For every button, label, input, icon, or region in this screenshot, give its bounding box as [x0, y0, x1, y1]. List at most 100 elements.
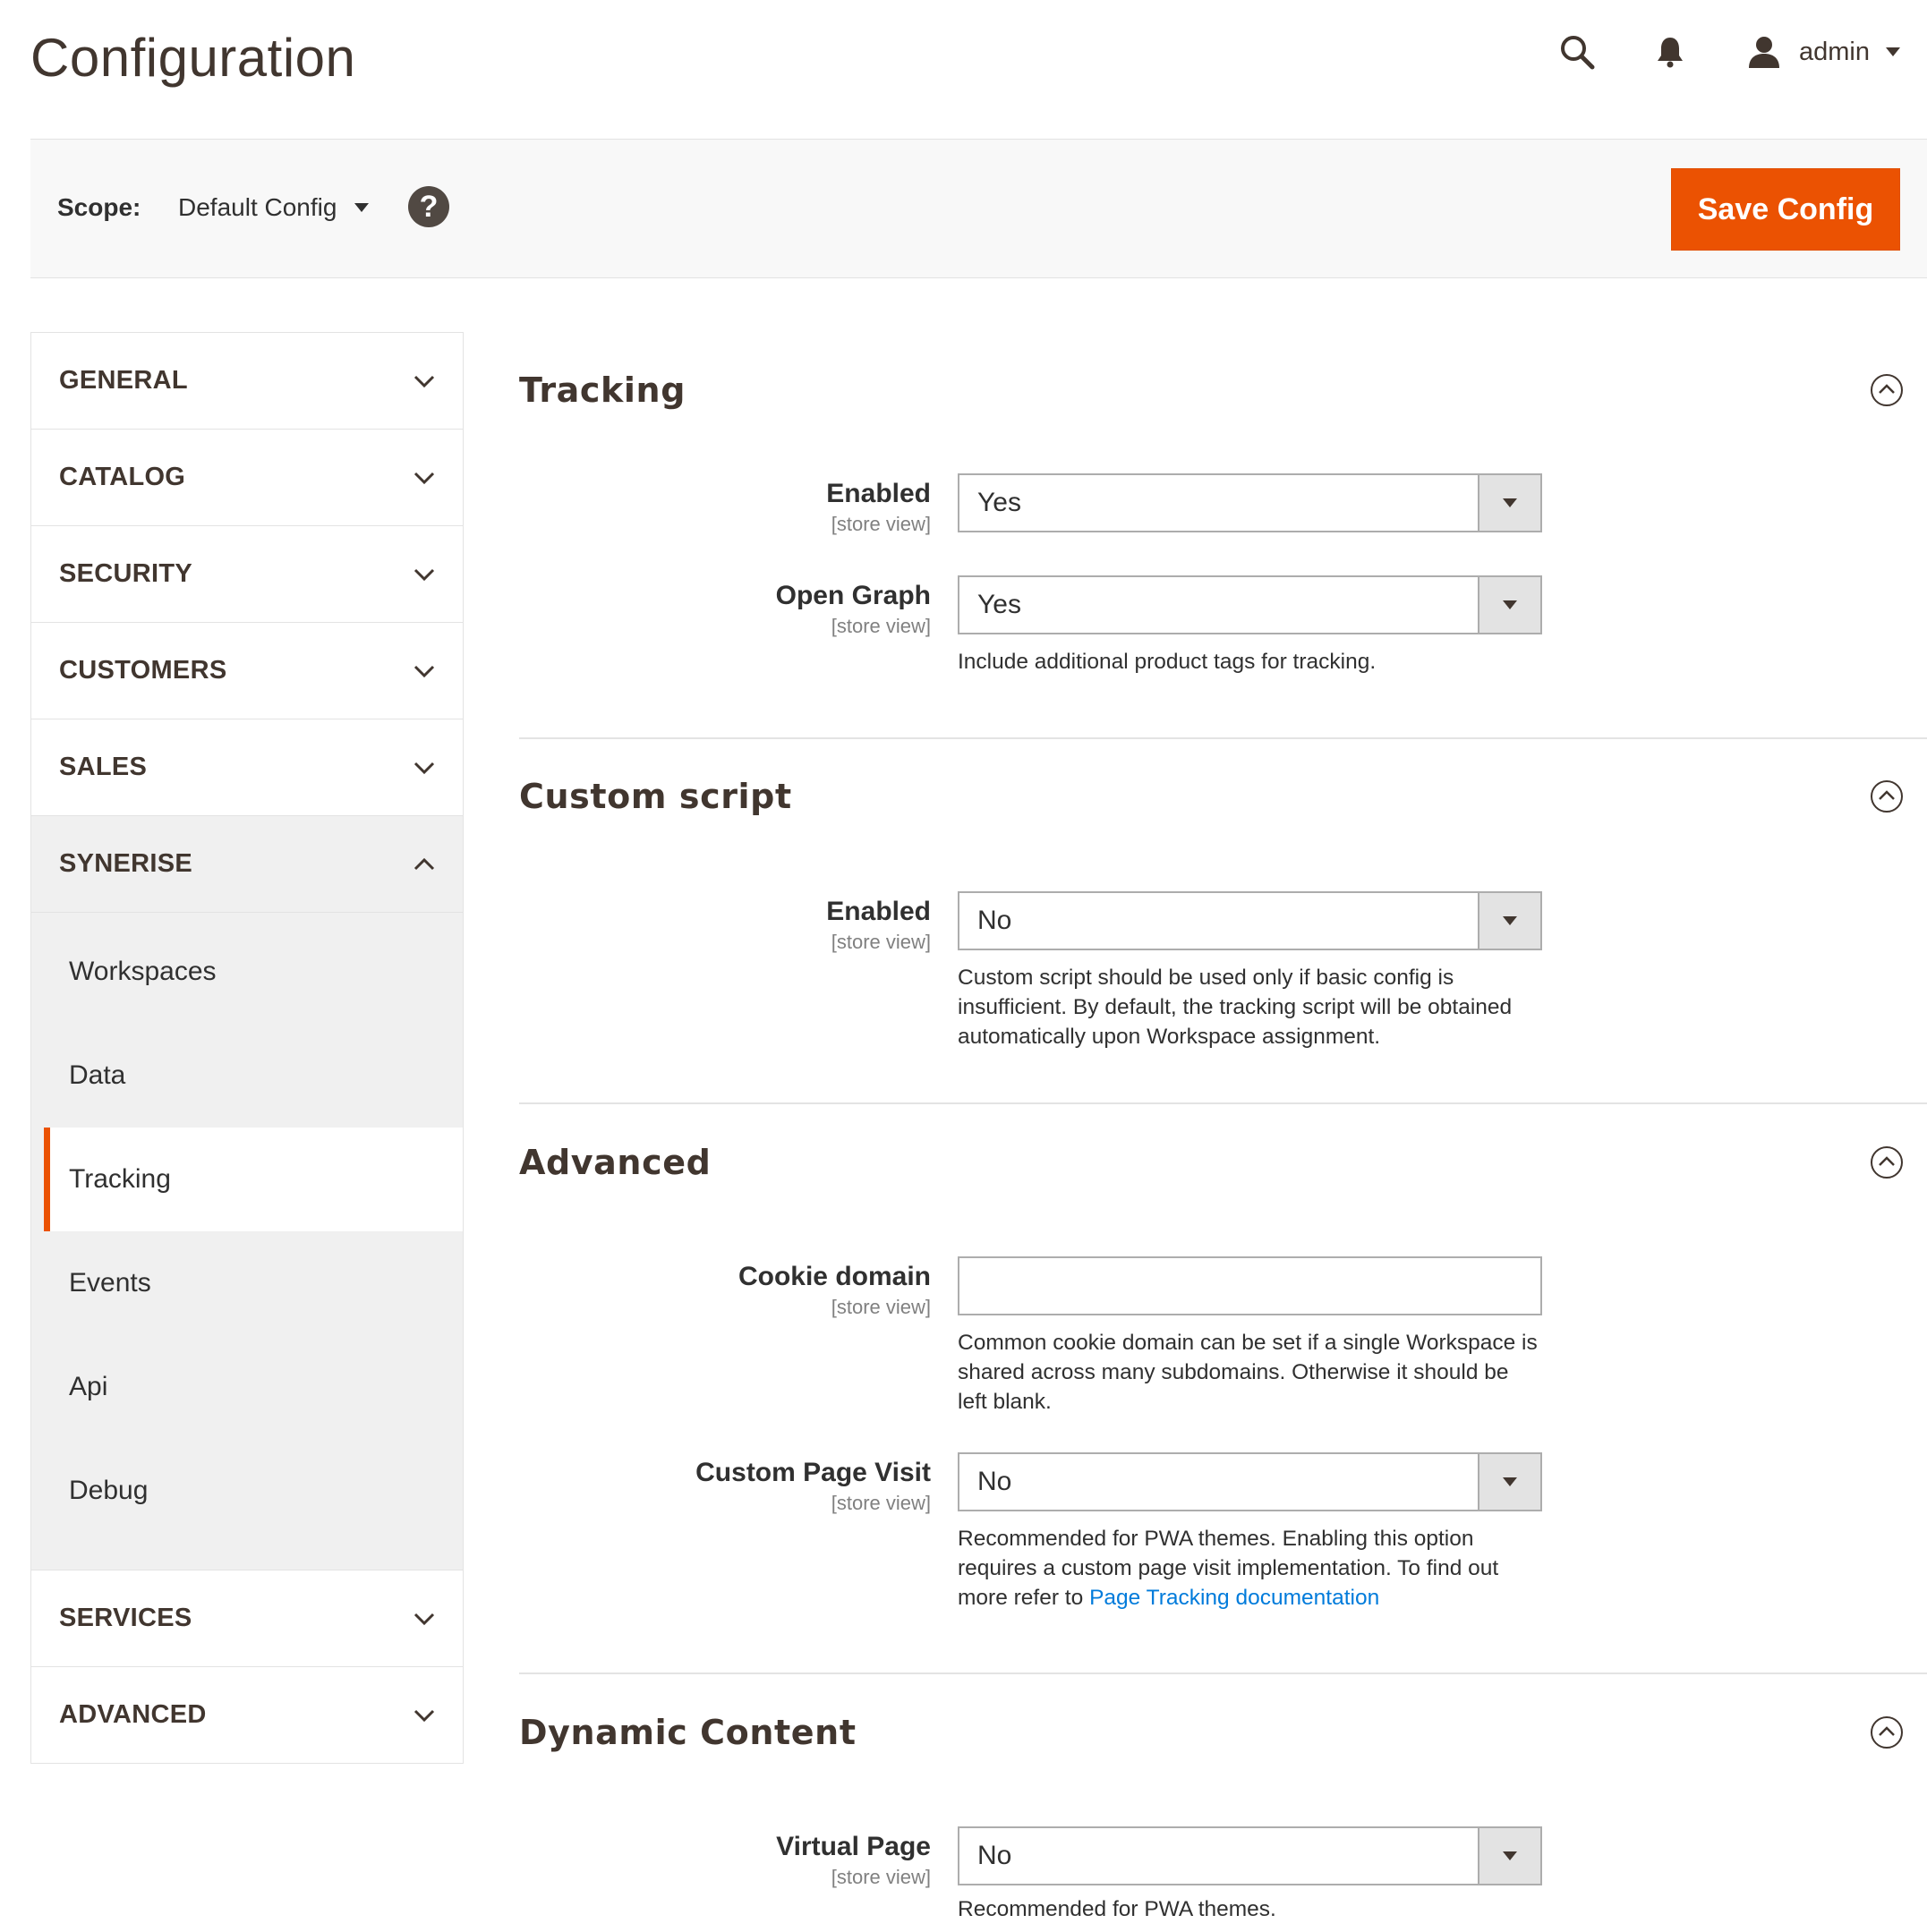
select-arrow[interactable]: [1478, 893, 1540, 949]
sidebar-tab-label: ADVANCED: [59, 1700, 207, 1729]
sidebar-tab-advanced[interactable]: ADVANCED: [31, 1667, 463, 1764]
select-value: Yes: [977, 590, 1021, 619]
sidebar-tab-label: CUSTOMERS: [59, 656, 227, 685]
select-value: No: [977, 1467, 1012, 1496]
virtual-page-select[interactable]: No: [958, 1826, 1542, 1885]
cookie-domain-input[interactable]: [958, 1256, 1542, 1315]
chevron-down-icon: [413, 1607, 436, 1630]
sidebar-tab-catalog[interactable]: CATALOG: [31, 430, 463, 526]
header-actions: admin: [1554, 27, 1900, 77]
select-arrow[interactable]: [1478, 577, 1540, 633]
field-note: Recommended for PWA themes. Enabling thi…: [958, 1524, 1542, 1613]
sidebar-tab-label: SALES: [59, 753, 148, 781]
sidebar-tab-services[interactable]: SERVICES: [31, 1570, 463, 1667]
select-arrow[interactable]: [1478, 1454, 1540, 1510]
field-note: Include additional product tags for trac…: [958, 650, 1377, 674]
admin-user-menu[interactable]: admin: [1744, 31, 1900, 72]
field-label: Custom Page Visit [store view]: [519, 1452, 958, 1613]
collapse-icon[interactable]: [1870, 779, 1904, 813]
field-control: Yes Include additional product tags for …: [958, 575, 1542, 677]
sidebar-tab-label: SYNERISE: [59, 849, 193, 878]
save-config-button[interactable]: Save Config: [1671, 168, 1900, 251]
field-control: No Recommended for PWA themes. Enabling …: [958, 1452, 1542, 1613]
label-scope: [store view]: [831, 615, 931, 637]
sidebar-item-workspaces[interactable]: Workspaces: [31, 920, 463, 1024]
select-arrow[interactable]: [1478, 475, 1540, 531]
sidebar-item-api[interactable]: Api: [31, 1335, 463, 1439]
select-arrow[interactable]: [1478, 1828, 1540, 1884]
chevron-down-icon: [354, 203, 370, 212]
chevron-up-icon: [413, 853, 436, 876]
chevron-down-icon: [413, 660, 436, 683]
page-title: Configuration: [30, 28, 356, 88]
chevron-down-icon: [413, 1704, 436, 1727]
chevron-down-icon: [413, 756, 436, 779]
section-title: Custom script: [519, 777, 792, 816]
chevron-down-icon: [413, 370, 436, 393]
label-scope: [store view]: [831, 1296, 931, 1318]
sidebar-tab-synerise[interactable]: SYNERISE: [31, 816, 463, 913]
scope-switcher[interactable]: Default Config: [178, 193, 370, 222]
custom-page-visit-select[interactable]: No: [958, 1452, 1542, 1511]
user-name: admin: [1799, 37, 1870, 66]
collapse-icon[interactable]: [1870, 373, 1904, 407]
section-tracking: Tracking Enabled [store view] Yes Open G…: [519, 332, 1927, 739]
field-custom-page-visit: Custom Page Visit [store view] No Recomm…: [519, 1452, 1927, 1613]
tracking-enabled-select[interactable]: Yes: [958, 473, 1542, 532]
search-icon[interactable]: [1554, 29, 1600, 75]
scope-bar: Scope: Default Config ? Save Config: [30, 139, 1927, 278]
sidebar-tab-security[interactable]: SECURITY: [31, 526, 463, 623]
field-label: Open Graph [store view]: [519, 575, 958, 677]
section-advanced: Advanced Cookie domain [store view] Comm…: [519, 1104, 1927, 1674]
section-header[interactable]: Dynamic Content: [519, 1674, 1927, 1791]
page-tracking-docs-link[interactable]: Page Tracking documentation: [1089, 1586, 1379, 1610]
sidebar-item-debug[interactable]: Debug: [31, 1439, 463, 1543]
sidebar-tab-general[interactable]: GENERAL: [31, 333, 463, 430]
field-label: Enabled [store view]: [519, 891, 958, 1051]
sidebar-item-data[interactable]: Data: [31, 1024, 463, 1128]
section-dynamic-content: Dynamic Content Virtual Page [store view…: [519, 1674, 1927, 1924]
field-control: No Recommended for PWA themes.: [958, 1826, 1542, 1924]
field-tracking-enabled: Enabled [store view] Yes: [519, 473, 1927, 536]
sidebar-tab-label: SERVICES: [59, 1604, 192, 1632]
label-enabled: Enabled: [826, 479, 931, 508]
label-custom-page-visit: Custom Page Visit: [695, 1458, 931, 1487]
scope-value: Default Config: [178, 193, 337, 221]
collapse-icon[interactable]: [1870, 1145, 1904, 1179]
section-custom-script: Custom script Enabled [store view] No Cu…: [519, 739, 1927, 1104]
field-control: Yes: [958, 473, 1542, 536]
field-virtual-page: Virtual Page [store view] No Recommended…: [519, 1826, 1927, 1924]
field-label: Cookie domain [store view]: [519, 1256, 958, 1417]
sidebar-tab-customers[interactable]: CUSTOMERS: [31, 623, 463, 719]
field-label: Enabled [store view]: [519, 473, 958, 536]
chevron-down-icon: [1886, 47, 1900, 56]
field-label: Virtual Page [store view]: [519, 1826, 958, 1924]
sidebar-tab-sales[interactable]: SALES: [31, 719, 463, 816]
select-value: No: [977, 1841, 1012, 1870]
open-graph-select[interactable]: Yes: [958, 575, 1542, 634]
bell-icon[interactable]: [1650, 30, 1690, 74]
config-sidebar: GENERAL CATALOG SECURITY CUSTOMERS SALES…: [30, 332, 464, 1764]
collapse-icon[interactable]: [1870, 1715, 1904, 1749]
label-scope: [store view]: [831, 1492, 931, 1514]
chevron-down-icon: [1503, 498, 1517, 507]
label-scope: [store view]: [831, 1866, 931, 1888]
custom-script-enabled-select[interactable]: No: [958, 891, 1542, 950]
label-cookie-domain: Cookie domain: [738, 1262, 931, 1291]
user-icon: [1744, 31, 1785, 72]
chevron-down-icon: [413, 563, 436, 586]
sidebar-item-events[interactable]: Events: [31, 1231, 463, 1335]
field-open-graph: Open Graph [store view] Yes Include addi…: [519, 575, 1927, 677]
select-value: Yes: [977, 488, 1021, 517]
help-icon[interactable]: ?: [408, 186, 449, 227]
section-header[interactable]: Tracking: [519, 332, 1927, 448]
field-custom-script-enabled: Enabled [store view] No Custom script sh…: [519, 891, 1927, 1051]
section-header[interactable]: Custom script: [519, 739, 1927, 854]
scope-label: Scope:: [57, 193, 141, 221]
sidebar-tab-label: CATALOG: [59, 463, 186, 491]
section-header[interactable]: Advanced: [519, 1104, 1927, 1221]
label-open-graph: Open Graph: [775, 581, 931, 610]
chevron-down-icon: [1503, 916, 1517, 925]
sidebar-item-tracking[interactable]: Tracking: [44, 1128, 463, 1231]
chevron-down-icon: [1503, 1851, 1517, 1860]
